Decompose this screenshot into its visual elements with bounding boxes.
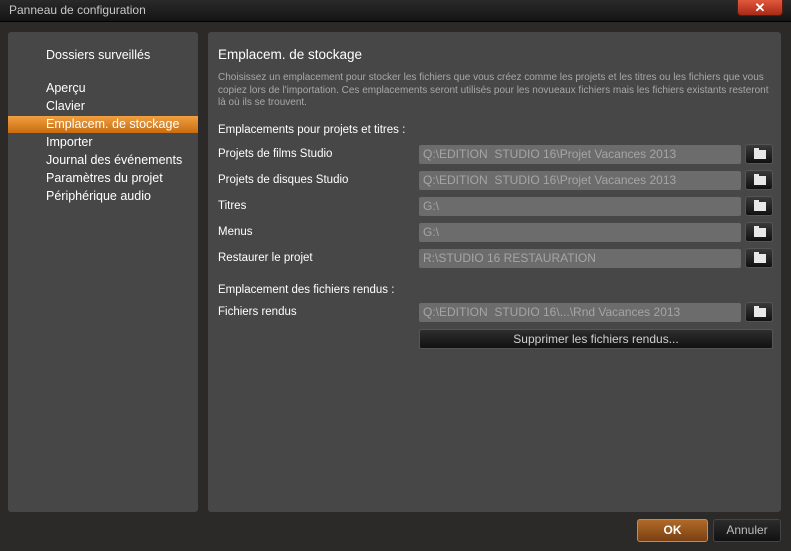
cancel-button[interactable]: Annuler bbox=[713, 519, 781, 542]
sidebar-item-dossiers-surveilles[interactable]: Dossiers surveillés bbox=[46, 48, 150, 62]
browse-button[interactable] bbox=[745, 222, 773, 242]
window-title: Panneau de configuration bbox=[9, 3, 146, 17]
ok-button[interactable]: OK bbox=[637, 519, 708, 542]
browse-button[interactable] bbox=[745, 144, 773, 164]
browse-button[interactable] bbox=[745, 302, 773, 322]
path-field-disc-projects[interactable]: Q:\EDITION STUDIO 16\Projet Vacances 201… bbox=[419, 171, 741, 190]
page-title: Emplacem. de stockage bbox=[218, 47, 363, 62]
path-field-titles[interactable]: G:\ bbox=[419, 197, 741, 216]
row-label: Fichiers rendus bbox=[218, 306, 297, 318]
folder-icon bbox=[754, 148, 766, 159]
folder-icon bbox=[754, 200, 766, 211]
section-render-heading: Emplacement des fichiers rendus : bbox=[218, 284, 395, 296]
sidebar: Dossiers surveillés Aperçu Clavier Empla… bbox=[8, 32, 198, 512]
sidebar-item-clavier[interactable]: Clavier bbox=[46, 99, 85, 113]
description: Choisissez un emplacement pour stocker l… bbox=[218, 72, 769, 108]
sidebar-item-emplacem-stockage[interactable]: Emplacem. de stockage bbox=[8, 116, 198, 133]
title-bar: Panneau de configuration ✕ bbox=[0, 0, 791, 22]
path-field-menus[interactable]: G:\ bbox=[419, 223, 741, 242]
folder-icon bbox=[754, 252, 766, 263]
settings-panel: Emplacem. de stockage Choisissez un empl… bbox=[208, 32, 781, 512]
path-field-restore[interactable]: R:\STUDIO 16 RESTAURATION bbox=[419, 249, 741, 268]
row-label: Titres bbox=[218, 200, 247, 212]
sidebar-item-peripherique-audio[interactable]: Périphérique audio bbox=[46, 189, 151, 203]
sidebar-item-journal[interactable]: Journal des événements bbox=[46, 153, 182, 167]
folder-icon bbox=[754, 226, 766, 237]
section-projects-heading: Emplacements pour projets et titres : bbox=[218, 124, 406, 136]
row-label: Projets de disques Studio bbox=[218, 174, 349, 186]
sidebar-item-apercu[interactable]: Aperçu bbox=[46, 81, 86, 95]
browse-button[interactable] bbox=[745, 170, 773, 190]
folder-icon bbox=[754, 174, 766, 185]
sidebar-item-importer[interactable]: Importer bbox=[46, 135, 93, 149]
sidebar-item-parametres-projet[interactable]: Paramètres du projet bbox=[46, 171, 163, 185]
close-button[interactable]: ✕ bbox=[737, 0, 783, 16]
folder-icon bbox=[754, 306, 766, 317]
path-field-rendered[interactable]: Q:\EDITION STUDIO 16\...\Rnd Vacances 20… bbox=[419, 303, 741, 322]
delete-rendered-files-button[interactable]: Supprimer les fichiers rendus... bbox=[419, 329, 773, 349]
row-label: Projets de films Studio bbox=[218, 148, 333, 160]
path-field-film-projects[interactable]: Q:\EDITION STUDIO 16\Projet Vacances 201… bbox=[419, 145, 741, 164]
browse-button[interactable] bbox=[745, 196, 773, 216]
browse-button[interactable] bbox=[745, 248, 773, 268]
row-label: Restaurer le projet bbox=[218, 252, 313, 264]
row-label: Menus bbox=[218, 226, 253, 238]
